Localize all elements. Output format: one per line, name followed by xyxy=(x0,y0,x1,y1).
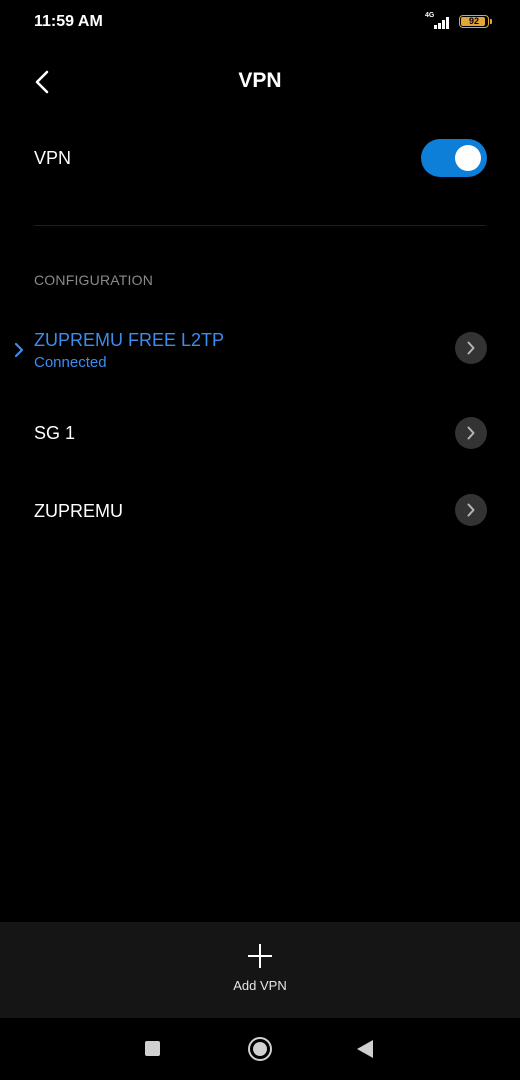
vpn-item-detail-button[interactable] xyxy=(455,332,487,364)
selected-chevron-icon xyxy=(14,342,24,358)
vpn-item-name: SG 1 xyxy=(34,423,76,443)
vpn-item-detail-button[interactable] xyxy=(455,417,487,449)
vpn-toggle-row[interactable]: VPN xyxy=(0,120,520,200)
home-circle-icon[interactable] xyxy=(248,1037,272,1061)
toggle-knob xyxy=(455,145,481,171)
vpn-item-zupremu-free-l2tp[interactable]: ZUPREMU FREE L2TP Connected xyxy=(0,310,520,386)
add-vpn-label: Add VPN xyxy=(233,978,287,993)
add-vpn-button[interactable]: Add VPN xyxy=(0,922,520,1018)
vpn-item-name: ZUPREMU FREE L2TP xyxy=(34,330,225,350)
battery-level: 92 xyxy=(468,16,479,26)
system-nav-bar xyxy=(0,1018,520,1080)
chevron-right-icon xyxy=(467,426,475,440)
page-title: VPN xyxy=(238,69,282,92)
vpn-toggle-label: VPN xyxy=(34,148,72,168)
section-header-configuration: CONFIGURATION xyxy=(34,272,154,288)
recents-square-icon[interactable] xyxy=(145,1041,160,1056)
battery-icon: 92 xyxy=(459,15,489,28)
vpn-item-zupremu[interactable]: ZUPREMU xyxy=(0,472,520,550)
plus-icon xyxy=(248,944,272,968)
vpn-item-status: Connected xyxy=(34,354,107,371)
vpn-item-name: ZUPREMU xyxy=(34,501,123,521)
vpn-item-detail-button[interactable] xyxy=(455,494,487,526)
vpn-toggle-switch[interactable] xyxy=(421,139,487,177)
vpn-item-sg-1[interactable]: SG 1 xyxy=(0,394,520,472)
chevron-right-icon xyxy=(467,503,475,517)
chevron-right-icon xyxy=(467,341,475,355)
back-triangle-icon[interactable] xyxy=(357,1040,373,1058)
battery-tip xyxy=(490,19,492,24)
vpn-settings-screen: 11:59 AM 4G 92 VPN VPN CONFIGURATION ZUP… xyxy=(0,0,520,1080)
divider xyxy=(34,225,486,226)
signal-icon xyxy=(430,15,452,29)
status-bar: 11:59 AM 4G 92 xyxy=(0,0,520,44)
status-time: 11:59 AM xyxy=(34,13,103,30)
